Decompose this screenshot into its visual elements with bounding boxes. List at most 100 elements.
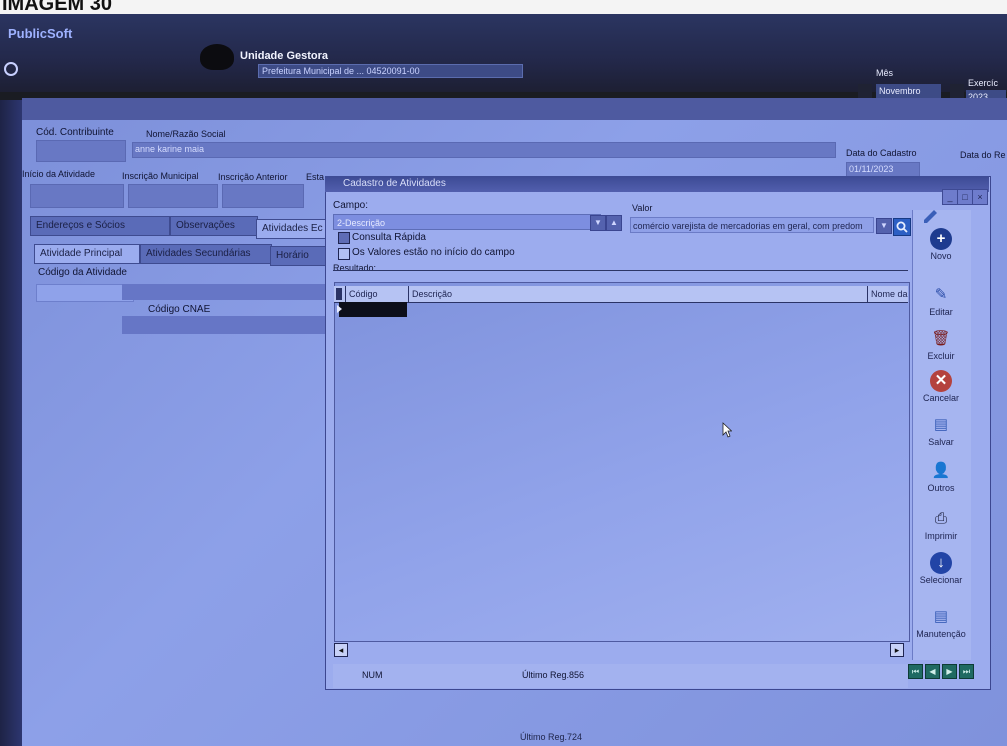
- selected-grid-cell[interactable]: [339, 302, 407, 317]
- column-nome[interactable]: Nome da: [867, 286, 909, 302]
- dialog-title[interactable]: Cadastro de Atividades: [325, 176, 989, 192]
- next-record-icon[interactable]: ▶: [942, 664, 957, 679]
- valor-label: Valor: [632, 203, 653, 213]
- valor-input[interactable]: comércio varejista de mercadorias em ger…: [630, 217, 874, 233]
- inscricao-municipal-label: Inscrição Municipal: [122, 171, 199, 181]
- month-label: Mês: [876, 68, 894, 78]
- data-re-label: Data do Re: [960, 150, 1006, 160]
- subtab-horario[interactable]: Horário: [270, 246, 328, 266]
- inicio-campo-checkbox[interactable]: [338, 248, 350, 260]
- valor-dropdown-icon[interactable]: ▼: [876, 218, 892, 234]
- cod-contribuinte-label: Cód. Contribuinte: [36, 127, 114, 138]
- inscricao-municipal-field[interactable]: [128, 184, 218, 208]
- toolbar-button-cancelar[interactable]: ✕ Cancelar: [912, 370, 970, 403]
- save-icon: ▤: [933, 416, 949, 433]
- cancel-icon: ✕: [930, 370, 952, 392]
- campo-select[interactable]: 2-Descrição: [333, 214, 601, 230]
- estado-label: Esta: [306, 172, 325, 182]
- horizontal-scrollbar[interactable]: ◂ ▸: [334, 641, 904, 657]
- subtab-atividades-secundarias[interactable]: Atividades Secundárias: [140, 244, 272, 264]
- codigo-cnae-label: Código CNAE: [148, 304, 211, 315]
- form-title-bar: [22, 98, 1007, 120]
- toolbar-button-salvar[interactable]: ▤ Salvar: [912, 414, 970, 447]
- dialog-status-bar: [333, 664, 908, 688]
- left-navigation-strip[interactable]: [0, 100, 22, 746]
- toolbar-edit-indicator-icon: [922, 208, 940, 224]
- subtab-atividade-principal[interactable]: Atividade Principal: [34, 244, 140, 264]
- data-cadastro-label: Data do Cadastro: [846, 148, 917, 158]
- inscricao-anterior-field[interactable]: [222, 184, 304, 208]
- column-descricao[interactable]: Descrição: [408, 286, 868, 302]
- toolbar-label: Imprimir: [924, 531, 958, 541]
- first-record-icon[interactable]: ⏮: [908, 664, 923, 679]
- chevron-up-icon[interactable]: ▲: [606, 215, 622, 231]
- codigo-cnae-field[interactable]: [122, 316, 334, 334]
- status-num: NUM: [362, 670, 383, 680]
- toolbar-button-selecionar[interactable]: ↓ Selecionar: [912, 552, 970, 585]
- search-icon: [896, 221, 908, 233]
- status-ultimo-reg: Último Reg.856: [522, 670, 585, 680]
- mouse-cursor-icon: [722, 422, 733, 438]
- unit-title: Unidade Gestora: [240, 50, 329, 62]
- tab-observacoes[interactable]: Observações: [170, 216, 258, 236]
- tab-atividades[interactable]: Atividades Ec: [256, 219, 330, 239]
- plus-circle-icon: +: [930, 228, 952, 250]
- inicio-atividade-label: Início da Atividade: [22, 169, 96, 179]
- toolbar-label: Excluir: [927, 351, 955, 361]
- campo-label: Campo:: [333, 200, 369, 211]
- brand-ring-icon: [4, 62, 18, 76]
- month-picker-button[interactable]: [858, 84, 872, 98]
- scroll-left-icon: ◂: [334, 643, 348, 657]
- consulta-rapida-checkbox[interactable]: [338, 232, 350, 244]
- results-grid[interactable]: [334, 282, 910, 642]
- printer-icon: ⎙: [934, 510, 947, 527]
- unit-logo: [200, 44, 234, 70]
- toolbar-label: Editar: [929, 307, 953, 317]
- inicio-campo-label: Os Valores estão no início do campo: [352, 247, 515, 258]
- toolbar-label: Outros: [927, 483, 955, 493]
- inscricao-anterior-label: Inscrição Anterior: [218, 172, 288, 182]
- select-down-icon: ↓: [930, 552, 952, 574]
- inicio-atividade-field[interactable]: [30, 184, 124, 208]
- month-field[interactable]: Novembro: [876, 84, 941, 98]
- last-record-icon[interactable]: ⏭: [959, 664, 974, 679]
- toolbar-button-novo[interactable]: + Novo: [912, 228, 970, 261]
- resultado-label: Resultado:: [333, 263, 377, 273]
- minimize-icon[interactable]: _: [942, 189, 958, 205]
- toolbar-button-outros[interactable]: 👤 Outros: [912, 460, 970, 493]
- column-codigo[interactable]: Código: [345, 286, 409, 302]
- previous-record-icon[interactable]: ◀: [925, 664, 940, 679]
- toolbar-button-imprimir[interactable]: ⎙ Imprimir: [912, 508, 970, 541]
- brand-logo-text: PublicSoft: [8, 26, 73, 41]
- maintenance-icon: ▤: [933, 608, 949, 625]
- search-button[interactable]: [893, 218, 911, 236]
- main-status-ultimo: Último Reg.724: [520, 732, 583, 742]
- toolbar-label: Selecionar: [919, 575, 963, 585]
- row-indicator-icon: [336, 288, 342, 300]
- divider: [333, 270, 908, 271]
- cnae-description-field[interactable]: [122, 284, 334, 300]
- toolbar-button-editar[interactable]: ✎ Editar: [912, 284, 970, 317]
- user-search-icon: 👤: [931, 462, 951, 479]
- nome-field[interactable]: anne karine maia: [132, 142, 836, 158]
- scroll-right-icon: ▸: [890, 643, 904, 657]
- year-label: Exercíc: [968, 78, 999, 88]
- pencil-icon: ✎: [934, 286, 948, 303]
- consulta-rapida-label: Consulta Rápida: [352, 232, 426, 243]
- close-icon[interactable]: ×: [972, 189, 988, 205]
- app-top-bar: [0, 14, 1007, 92]
- year-picker-button[interactable]: [950, 84, 964, 98]
- maximize-icon[interactable]: □: [957, 189, 973, 205]
- toolbar-button-excluir[interactable]: 🗑 Excluir: [912, 328, 970, 361]
- codigo-atividade-field[interactable]: [36, 284, 134, 302]
- toolbar-button-manuten-o[interactable]: ▤ Manutenção: [912, 606, 970, 639]
- toolbar-label: Salvar: [928, 437, 954, 447]
- unit-name-field[interactable]: Prefeitura Municipal de ... 04520091-00: [258, 64, 523, 78]
- toolbar-label: Cancelar: [922, 393, 960, 403]
- chevron-down-icon[interactable]: ▼: [590, 215, 606, 231]
- tab-enderecos[interactable]: Endereços e Sócios: [30, 216, 170, 236]
- codigo-atividade-label: Código da Atividade: [38, 267, 127, 278]
- toolbar-label: Novo: [930, 251, 952, 261]
- toolbar-label: Manutenção: [916, 629, 966, 639]
- cod-contribuinte-field[interactable]: [36, 140, 126, 162]
